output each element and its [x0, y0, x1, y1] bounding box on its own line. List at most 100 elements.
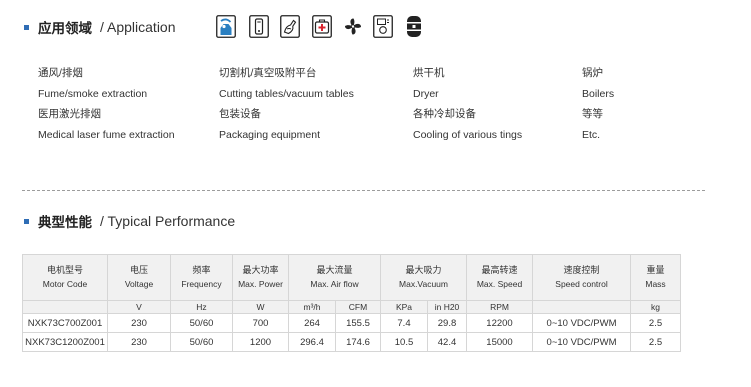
header-frequency: 频率 Frequency — [170, 254, 233, 301]
header-max-vacuum: 最大吸力 Max.Vacuum — [379, 254, 468, 301]
section-bullet — [24, 218, 29, 224]
application-list-item: Medical laser fume extraction — [38, 129, 175, 142]
header-label-cn: 最大流量 — [316, 265, 353, 276]
application-column: 锅炉 Boilers 等等 Etc. — [582, 63, 614, 146]
unit-cell: kg — [630, 300, 682, 314]
application-list-item: Packaging equipment — [219, 129, 320, 142]
performance-title-en: / Typical Performance — [100, 213, 236, 229]
table-cell: 50/60 — [170, 313, 233, 333]
unit-cell — [22, 300, 108, 314]
performance-table: 电机型号 Motor Code 电压 Voltage 频率 Frequency … — [22, 254, 682, 352]
table-cell: 296.4 — [288, 332, 336, 352]
table-cell: 29.8 — [426, 313, 468, 333]
application-section-title: 应用领域 / Application — [24, 17, 176, 37]
table-header-row: 电机型号 Motor Code 电压 Voltage 频率 Frequency … — [22, 254, 682, 301]
table-cell: 230 — [107, 313, 171, 333]
motor-code-cell: NXK73C1200Z001 — [22, 332, 108, 352]
table-cell: 700 — [232, 313, 289, 333]
header-mass: 重量 Mass — [630, 254, 682, 301]
medical-kit-icon — [312, 15, 332, 38]
dashed-divider — [22, 190, 705, 191]
motor-code-cell: NXK73C700Z001 — [22, 313, 108, 333]
header-label-en: Frequency — [181, 278, 222, 289]
application-list-item: 通风/排烟 — [38, 67, 83, 79]
application-list-item: Boilers — [582, 87, 615, 100]
application-column: 烘干机 Dryer 各种冷却设备 Cooling of various ting… — [413, 63, 522, 146]
performance-section-title: 典型性能 / Typical Performance — [24, 211, 235, 231]
unit-cell: Hz — [170, 300, 233, 314]
header-label-en: Mass — [645, 278, 666, 289]
header-label-en: Max. Air flow — [310, 278, 359, 289]
table-cell: 155.5 — [335, 313, 381, 333]
hand-tool-icon — [280, 15, 300, 38]
table-cell: 174.6 — [335, 332, 381, 352]
header-label-cn: 重量 — [646, 265, 665, 276]
table-row: NXK73C1200Z001 230 50/60 1200 296.4 174.… — [22, 332, 682, 352]
header-motor-code: 电机型号 Motor Code — [22, 254, 108, 301]
header-label-cn: 最大吸力 — [405, 265, 442, 276]
table-cell: 0~10 VDC/PWM — [532, 313, 632, 333]
table-cell: 0~10 VDC/PWM — [532, 332, 632, 352]
application-list-item: 锅炉 — [582, 67, 603, 79]
application-list-item: Cutting tables/vacuum tables — [219, 87, 354, 100]
table-units-row: V Hz W m³/h CFM KPa in H20 RPM kg — [22, 300, 682, 314]
header-label-en: Motor Code — [42, 278, 88, 289]
application-list-item: Fume/smoke extraction — [38, 87, 148, 100]
application-list-item: 医用激光排烟 — [38, 108, 101, 121]
table-cell: 1200 — [232, 332, 289, 352]
header-label-cn: 最高转速 — [481, 265, 518, 276]
unit-cell: KPa — [380, 300, 428, 314]
header-max-power: 最大功率 Max. Power — [232, 254, 289, 301]
application-list-item: 各种冷却设备 — [413, 108, 476, 121]
application-list-item: Etc. — [582, 129, 601, 142]
header-max-speed: 最高转速 Max. Speed — [466, 254, 534, 301]
unit-cell: in H20 — [426, 300, 468, 314]
section-bullet — [24, 24, 29, 30]
boiler-icon — [404, 15, 424, 38]
application-column: 切割机/真空吸附平台 Cutting tables/vacuum tables … — [219, 63, 354, 146]
unit-cell — [532, 300, 632, 314]
header-label-cn: 速度控制 — [563, 265, 600, 276]
application-list-item: Cooling of various tings — [413, 129, 523, 142]
header-max-air-flow: 最大流量 Max. Air flow — [288, 254, 381, 301]
table-row: NXK73C700Z001 230 50/60 700 264 155.5 7.… — [22, 313, 682, 333]
application-title-cn: 应用领域 — [38, 21, 92, 37]
application-column: 通风/排烟 Fume/smoke extraction 医用激光排烟 Medic… — [38, 63, 175, 146]
unit-cell: RPM — [466, 300, 534, 314]
table-cell: 230 — [107, 332, 171, 352]
table-cell: 42.4 — [426, 332, 468, 352]
table-cell: 2.5 — [630, 313, 682, 333]
header-label-en: Max. Speed — [476, 278, 523, 289]
table-cell: 264 — [288, 313, 336, 333]
table-cell: 7.4 — [380, 313, 428, 333]
header-label-cn: 频率 — [192, 265, 211, 276]
table-cell: 12200 — [466, 313, 534, 333]
table-cell: 15000 — [466, 332, 534, 352]
fan-icon — [343, 15, 363, 38]
header-speed-control: 速度控制 Speed control — [532, 254, 632, 301]
header-label-en: Max.Vacuum — [399, 278, 448, 289]
header-label-cn: 电机型号 — [46, 265, 83, 276]
header-label-cn: 电压 — [129, 265, 148, 276]
handheld-device-icon — [249, 15, 269, 38]
application-list-item: 烘干机 — [413, 67, 445, 79]
header-label-en: Speed control — [555, 278, 608, 289]
application-list-item: 等等 — [582, 108, 603, 121]
unit-cell: W — [232, 300, 289, 314]
application-list-item: 切割机/真空吸附平台 — [219, 67, 317, 79]
application-list-item: Dryer — [413, 87, 439, 100]
header-label-en: Voltage — [124, 278, 154, 289]
dryer-icon — [373, 15, 393, 38]
header-label-en: Max. Power — [238, 278, 283, 289]
unit-cell: V — [107, 300, 171, 314]
table-cell: 50/60 — [170, 332, 233, 352]
application-list-item: 包装设备 — [219, 108, 261, 121]
performance-title-cn: 典型性能 — [38, 215, 92, 231]
application-title-en: / Application — [100, 19, 176, 35]
table-cell: 10.5 — [380, 332, 428, 352]
header-label-cn: 最大功率 — [242, 265, 279, 276]
unit-cell: CFM — [335, 300, 381, 314]
table-cell: 2.5 — [630, 332, 682, 352]
fume-extraction-icon — [216, 15, 236, 38]
unit-cell: m³/h — [288, 300, 336, 314]
